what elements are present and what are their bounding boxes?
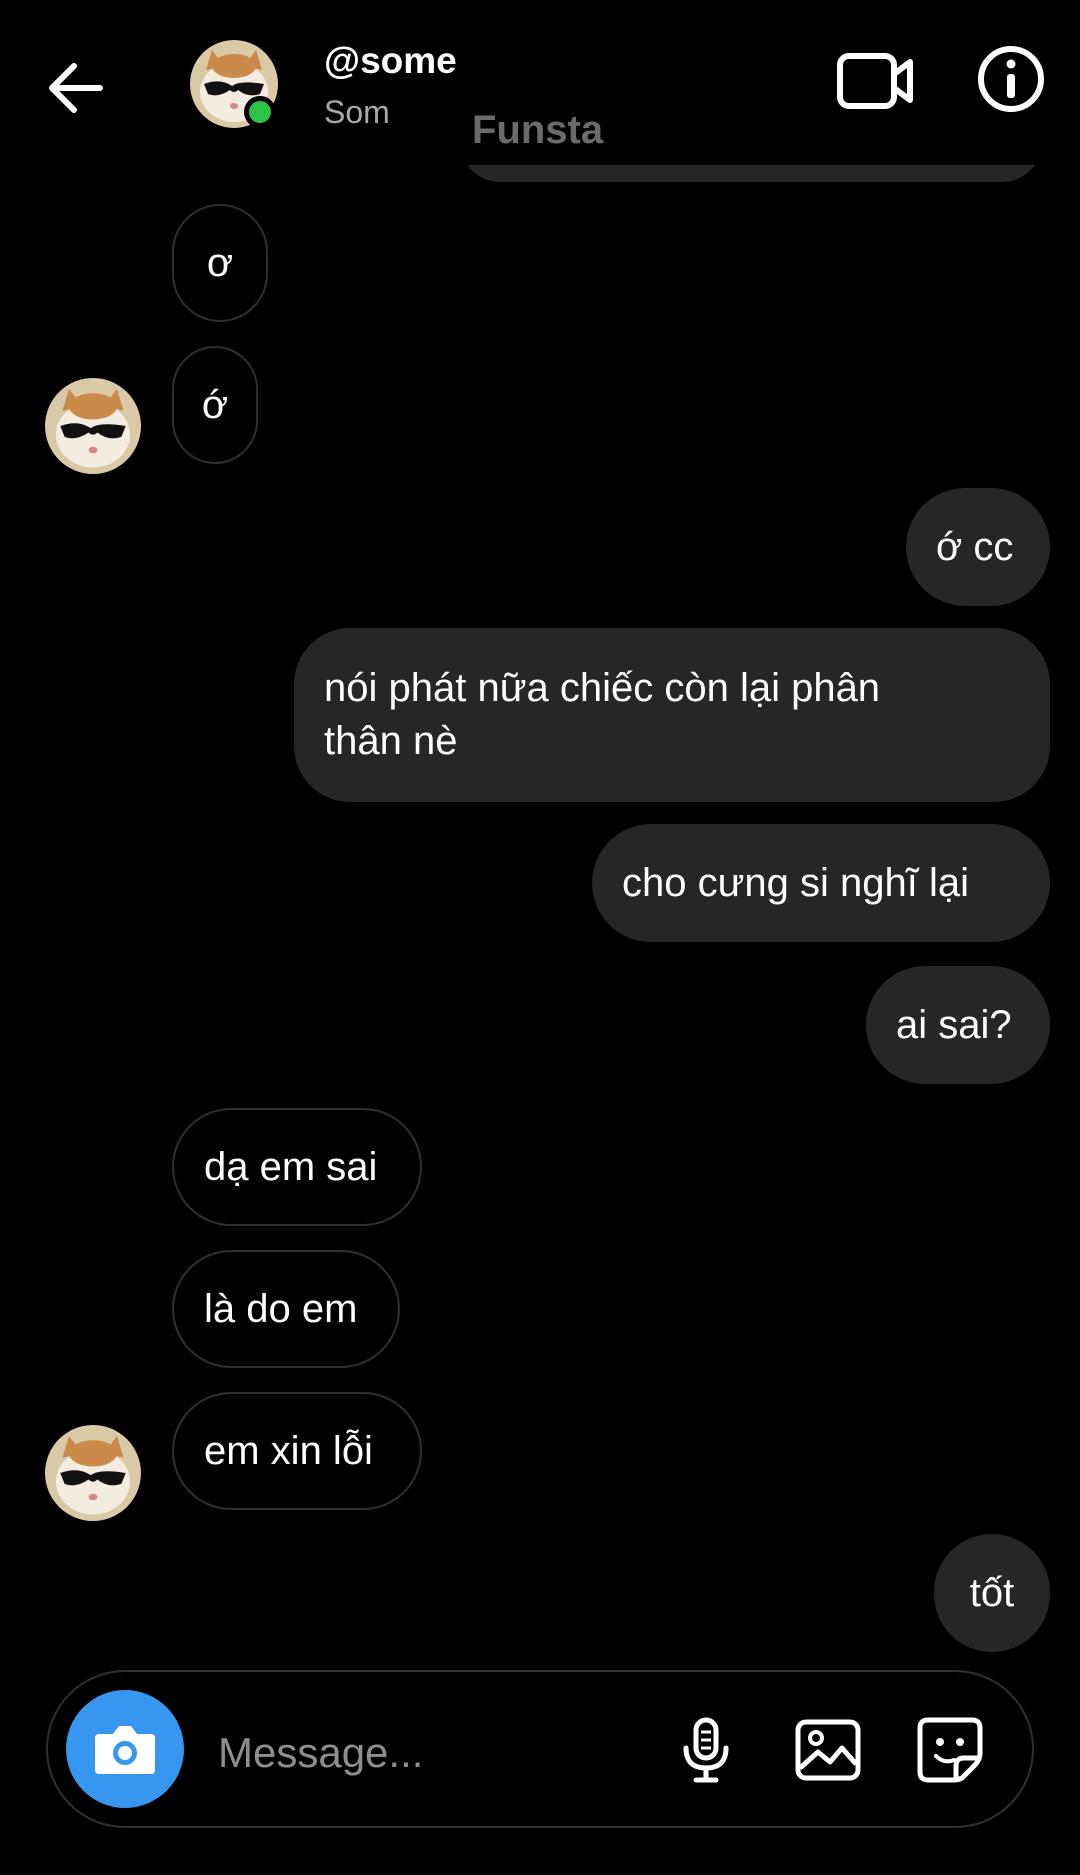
outgoing-message-bubble[interactable]: nói phát nữa chiếc còn lại phân thân nè [294,628,1050,802]
outgoing-message-bubble[interactable]: ớ cc [906,488,1050,606]
video-call-icon[interactable] [836,50,916,112]
camera-button[interactable] [66,1690,184,1808]
incoming-message-bubble[interactable]: là do em [172,1250,400,1368]
previous-message-text: Funsta [472,108,604,152]
outgoing-message-bubble[interactable]: cho cưng si nghĩ lại [592,824,1050,942]
incoming-message-bubble[interactable]: em xin lỗi [172,1392,422,1510]
sender-avatar[interactable] [45,1425,141,1521]
message-input[interactable] [216,1720,640,1786]
message-text: nói phát nữa chiếc còn lại phân thân nè [324,666,881,763]
message-text: cho cưng si nghĩ lại [622,860,969,905]
sticker-icon[interactable] [914,1714,986,1786]
cat-sunglasses-avatar-image [45,1425,141,1521]
message-text: là do em [204,1286,358,1331]
message-text: tốt [969,1570,1015,1615]
incoming-message-bubble[interactable]: ơ [172,204,268,322]
message-text: ớ [201,382,229,427]
contact-status: Som [324,94,390,130]
info-icon[interactable] [976,44,1046,114]
outgoing-message-bubble[interactable]: ai sai? [866,966,1050,1084]
message-text: dạ em sai [204,1144,378,1189]
message-text: ớ cc [936,524,1014,569]
microphone-icon[interactable] [670,1714,742,1786]
outgoing-message-bubble[interactable]: tốt [934,1534,1050,1652]
online-status-indicator [244,96,276,128]
contact-username[interactable]: @some [324,40,457,82]
camera-icon [95,1726,155,1774]
incoming-message-bubble[interactable]: ớ [172,346,258,464]
back-arrow-icon[interactable] [46,60,106,116]
message-text: ơ [206,240,234,285]
message-text: em xin lỗi [204,1428,373,1473]
cat-sunglasses-avatar-image [45,378,141,474]
message-text: ai sai? [896,1002,1012,1047]
gallery-icon[interactable] [792,1714,864,1786]
incoming-message-bubble[interactable]: dạ em sai [172,1108,422,1226]
sender-avatar[interactable] [45,378,141,474]
